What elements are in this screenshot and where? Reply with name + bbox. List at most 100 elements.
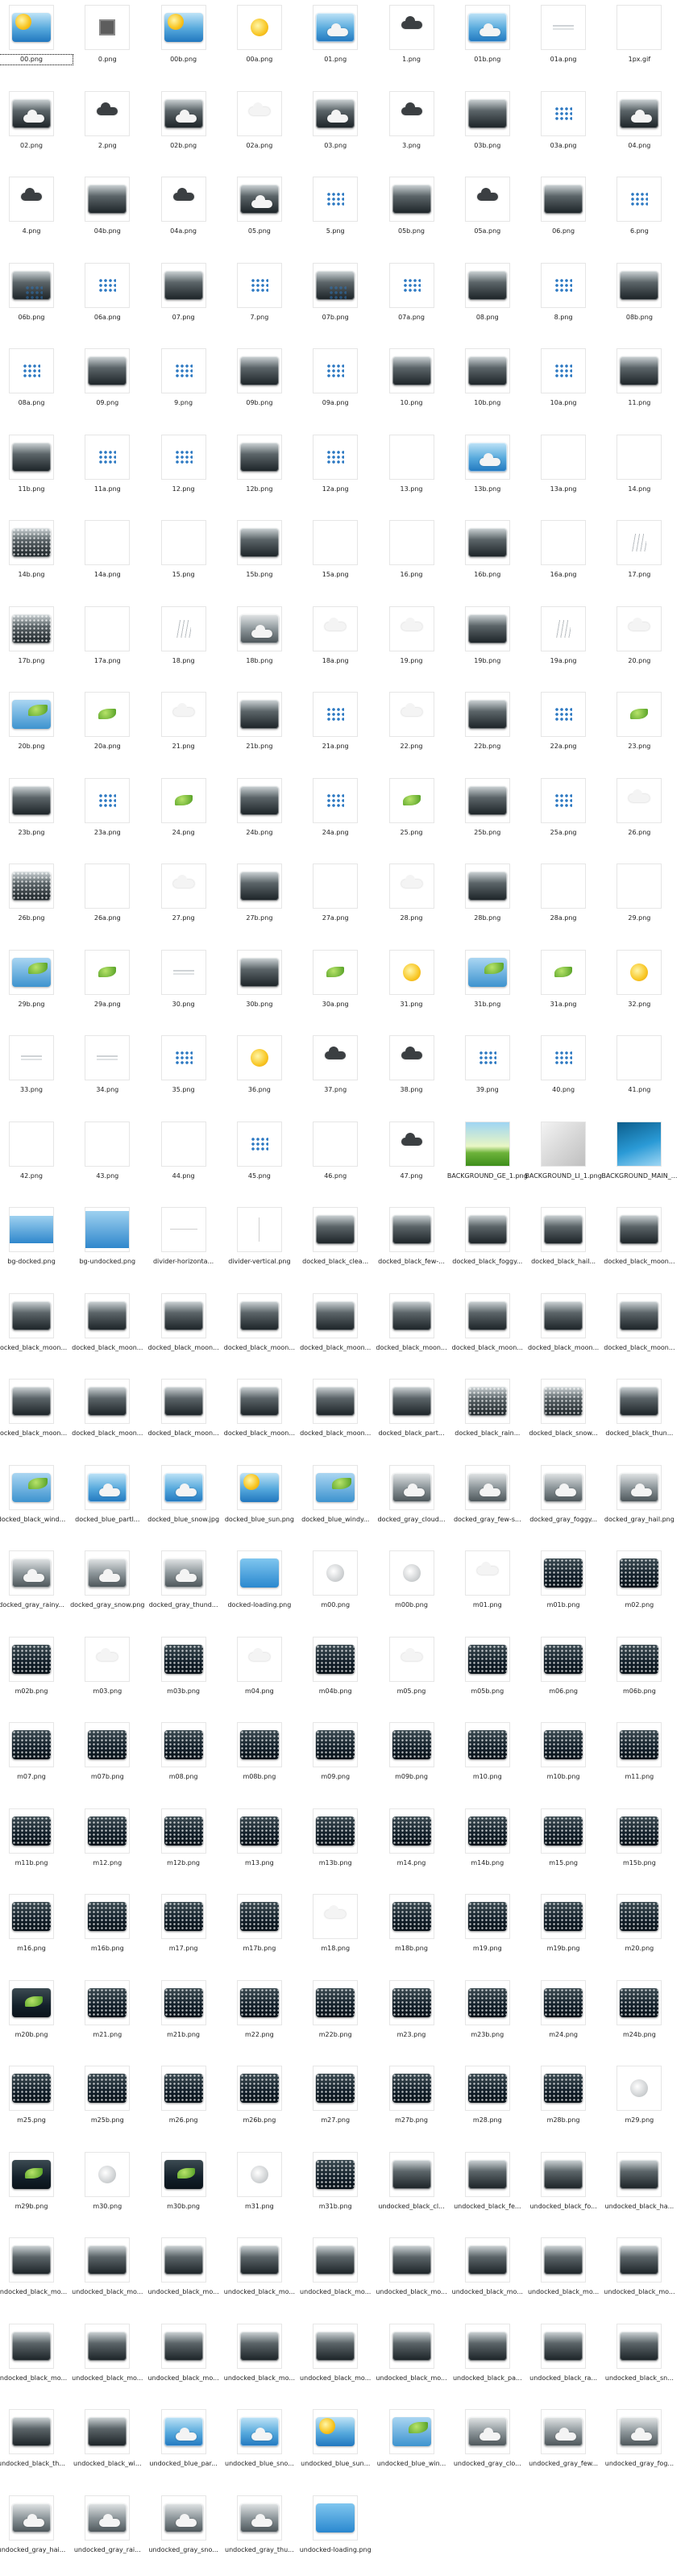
file-item[interactable]: 42.png xyxy=(0,1117,74,1202)
file-item[interactable]: undocked_black_mo... xyxy=(596,2233,682,2318)
file-item[interactable]: 18b.png xyxy=(217,601,302,687)
file-item[interactable]: m05.png xyxy=(369,1632,455,1717)
file-item[interactable]: 11a.png xyxy=(64,430,150,515)
file-item[interactable]: docked_black_moon... xyxy=(369,1288,455,1374)
file-item[interactable]: docked_black_moon... xyxy=(0,1374,74,1459)
file-item[interactable]: m02.png xyxy=(596,1546,682,1631)
file-item[interactable]: undocked_black_sn... xyxy=(596,2319,682,2404)
file-item[interactable]: 19a.png xyxy=(521,601,606,687)
file-item[interactable]: m18b.png xyxy=(369,1889,455,1975)
file-item[interactable]: docked_black_snow... xyxy=(521,1374,606,1459)
file-item[interactable]: 06a.png xyxy=(64,258,150,343)
file-item[interactable]: m01b.png xyxy=(521,1546,606,1631)
file-item[interactable]: 39.png xyxy=(445,1030,530,1116)
file-item[interactable]: undocked_gray_hai... xyxy=(0,2491,74,2576)
file-item[interactable]: 31a.png xyxy=(521,945,606,1030)
file-item[interactable]: 16b.png xyxy=(445,515,530,601)
file-item[interactable]: m19b.png xyxy=(521,1889,606,1975)
file-item[interactable]: 10a.png xyxy=(521,343,606,429)
file-item[interactable]: 01a.png xyxy=(521,0,606,85)
file-item[interactable]: m13.png xyxy=(217,1804,302,1889)
file-item[interactable]: 09.png xyxy=(64,343,150,429)
file-item[interactable]: 2.png xyxy=(64,86,150,172)
file-item[interactable]: 23b.png xyxy=(0,773,74,859)
file-item[interactable]: undocked_black_mo... xyxy=(64,2233,150,2318)
file-item[interactable]: BACKGROUND_LI_1.png xyxy=(521,1117,606,1202)
file-item[interactable]: 12b.png xyxy=(217,430,302,515)
file-item[interactable]: docked_gray_rainy... xyxy=(0,1546,74,1631)
file-item[interactable]: m04.png xyxy=(217,1632,302,1717)
file-item[interactable]: m17.png xyxy=(141,1889,226,1975)
file-item[interactable]: 45.png xyxy=(217,1117,302,1202)
file-item[interactable]: docked_gray_foggy... xyxy=(521,1460,606,1546)
file-item[interactable]: m19.png xyxy=(445,1889,530,1975)
file-item[interactable]: undocked_blue_win... xyxy=(369,2404,455,2490)
file-item[interactable]: m08.png xyxy=(141,1717,226,1803)
file-item[interactable]: 08a.png xyxy=(0,343,74,429)
file-item[interactable]: docked_black_few-... xyxy=(369,1202,455,1288)
file-item[interactable]: 28.png xyxy=(369,859,455,944)
file-item[interactable]: 24.png xyxy=(141,773,226,859)
file-item[interactable]: m02b.png xyxy=(0,1632,74,1717)
file-item[interactable]: 06b.png xyxy=(0,258,74,343)
file-item[interactable]: 31.png xyxy=(369,945,455,1030)
file-item[interactable]: 16a.png xyxy=(521,515,606,601)
file-item[interactable]: divider-horizonta... xyxy=(141,1202,226,1288)
file-item[interactable]: 10.png xyxy=(369,343,455,429)
file-item[interactable]: m12b.png xyxy=(141,1804,226,1889)
file-item[interactable]: 12.png xyxy=(141,430,226,515)
file-item[interactable]: docked_black_moon... xyxy=(141,1374,226,1459)
file-item[interactable]: 02b.png xyxy=(141,86,226,172)
file-item[interactable]: undocked_gray_fog... xyxy=(596,2404,682,2490)
file-item[interactable]: 33.png xyxy=(0,1030,74,1116)
file-item[interactable]: 41.png xyxy=(596,1030,682,1116)
file-item[interactable]: 12a.png xyxy=(293,430,378,515)
file-item[interactable]: docked_black_moon... xyxy=(596,1288,682,1374)
file-item[interactable]: 20a.png xyxy=(64,687,150,772)
file-item[interactable]: 07b.png xyxy=(293,258,378,343)
file-item[interactable]: 37.png xyxy=(293,1030,378,1116)
file-item[interactable]: 8.png xyxy=(521,258,606,343)
file-item[interactable]: 05.png xyxy=(217,172,302,257)
file-item[interactable]: 44.png xyxy=(141,1117,226,1202)
file-item[interactable]: docked_gray_few-s... xyxy=(445,1460,530,1546)
file-item[interactable]: 21a.png xyxy=(293,687,378,772)
file-item[interactable]: 4.png xyxy=(0,172,74,257)
file-item[interactable]: undocked_gray_rai... xyxy=(64,2491,150,2576)
file-item[interactable]: undocked_black_mo... xyxy=(0,2319,74,2404)
file-item[interactable]: undocked_black_ha... xyxy=(596,2147,682,2233)
file-item[interactable]: 02a.png xyxy=(217,86,302,172)
file-item[interactable]: m15.png xyxy=(521,1804,606,1889)
file-item[interactable]: docked_blue_sun.png xyxy=(217,1460,302,1546)
file-item[interactable]: 00b.png xyxy=(141,0,226,85)
file-item[interactable]: 43.png xyxy=(64,1117,150,1202)
file-item[interactable]: m16.png xyxy=(0,1889,74,1975)
file-item[interactable]: 21.png xyxy=(141,687,226,772)
file-item[interactable]: m07b.png xyxy=(64,1717,150,1803)
file-item[interactable]: 10b.png xyxy=(445,343,530,429)
file-item[interactable]: 19.png xyxy=(369,601,455,687)
file-item[interactable]: 25a.png xyxy=(521,773,606,859)
file-item[interactable]: m04b.png xyxy=(293,1632,378,1717)
file-item[interactable]: 0.png xyxy=(64,0,150,85)
file-item[interactable]: 22b.png xyxy=(445,687,530,772)
file-item[interactable]: 25.png xyxy=(369,773,455,859)
file-item[interactable]: undocked_black_mo... xyxy=(293,2233,378,2318)
file-item[interactable]: 20.png xyxy=(596,601,682,687)
file-item[interactable]: 08b.png xyxy=(596,258,682,343)
file-item[interactable]: m29b.png xyxy=(0,2147,74,2233)
file-item[interactable]: 17.png xyxy=(596,515,682,601)
file-item[interactable]: m20.png xyxy=(596,1889,682,1975)
file-item[interactable]: 14b.png xyxy=(0,515,74,601)
file-item[interactable]: 06.png xyxy=(521,172,606,257)
file-item[interactable]: m14b.png xyxy=(445,1804,530,1889)
file-item[interactable]: 16.png xyxy=(369,515,455,601)
file-item[interactable]: 35.png xyxy=(141,1030,226,1116)
file-item[interactable]: 28a.png xyxy=(521,859,606,944)
file-item[interactable]: 17b.png xyxy=(0,601,74,687)
file-item[interactable]: docked_black_moon... xyxy=(0,1288,74,1374)
file-item[interactable]: docked_blue_snow.jpg xyxy=(141,1460,226,1546)
file-item[interactable]: 21b.png xyxy=(217,687,302,772)
file-item[interactable]: 6.png xyxy=(596,172,682,257)
file-item[interactable]: m18.png xyxy=(293,1889,378,1975)
